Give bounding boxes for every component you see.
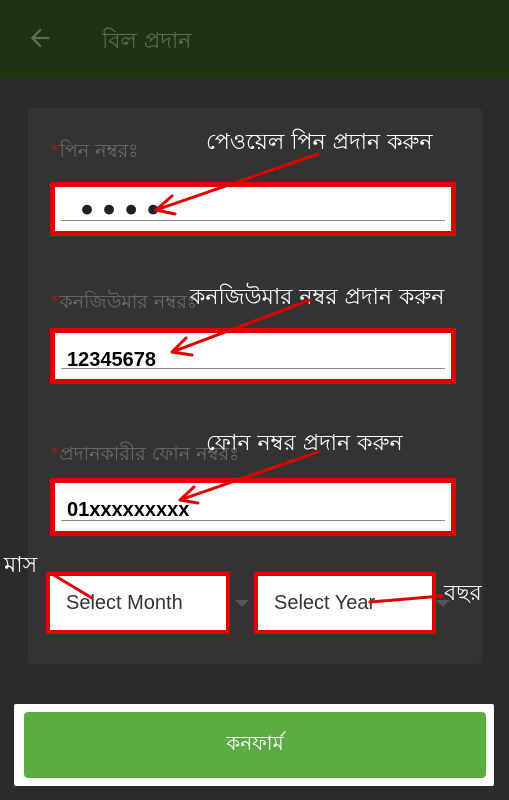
year-select[interactable]: Select Year <box>254 572 436 634</box>
month-select[interactable]: Select Month <box>46 572 230 634</box>
pin-value: •••• <box>77 191 166 231</box>
year-annotation: বছর <box>444 581 482 606</box>
phone-annotation: ফোন নম্বর প্রদান করুন <box>206 431 403 456</box>
consumer-underline <box>61 368 445 369</box>
arrow-left-icon[interactable] <box>26 24 54 52</box>
pin-label-text: পিন নম্বরঃ <box>59 140 139 162</box>
required-star: * <box>50 291 60 313</box>
consumer-number-input[interactable]: 12345678 <box>50 328 456 384</box>
consumer-label-text: কনজিউমার নম্বরঃ <box>59 291 198 313</box>
consumer-annotation: কনজিউমার নম্বর প্রদান করুন <box>190 285 445 310</box>
year-select-value: Select Year <box>274 592 376 614</box>
phone-underline <box>61 520 445 521</box>
month-dropdown-icon[interactable] <box>235 600 249 607</box>
pin-underline <box>61 220 445 221</box>
pin-input[interactable]: •••• <box>50 182 456 236</box>
required-star: * <box>50 443 60 465</box>
phone-number-value: 01xxxxxxxxx <box>67 499 190 521</box>
month-annotation: মাস <box>4 553 38 578</box>
pin-annotation: পেওয়েল পিন প্রদান করুন <box>206 130 433 155</box>
month-select-value: Select Month <box>66 592 183 614</box>
page-title: বিল প্রদান <box>102 29 192 54</box>
app-bar: বিল প্রদান <box>0 0 509 78</box>
confirm-button[interactable]: কনফার্ম <box>24 712 486 778</box>
consumer-label: *কনজিউমার নম্বরঃ <box>50 288 197 320</box>
confirm-button-frame: কনফার্ম <box>14 704 494 786</box>
phone-number-input[interactable]: 01xxxxxxxxx <box>50 478 456 536</box>
pin-label: *পিন নম্বরঃ <box>50 137 138 169</box>
required-star: * <box>50 140 60 162</box>
